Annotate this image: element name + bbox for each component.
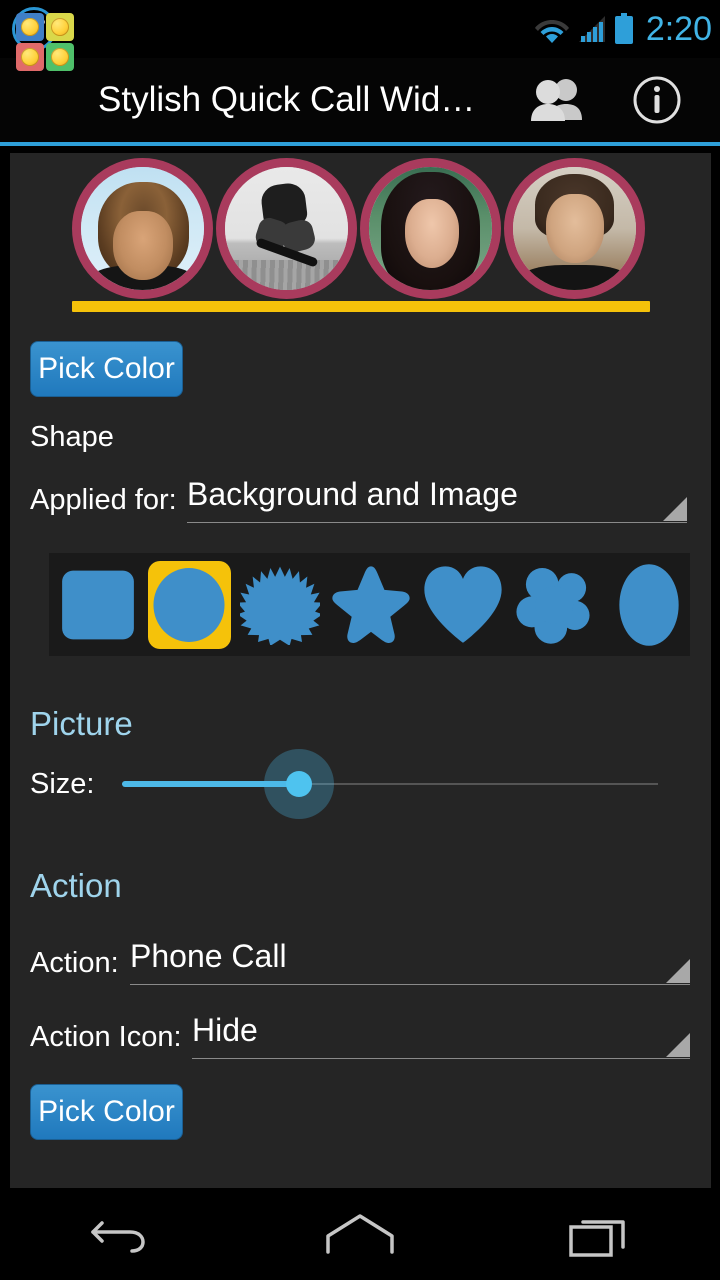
app-title: Stylish Quick Call Wid… xyxy=(98,58,475,142)
shape-starburst[interactable] xyxy=(239,561,322,649)
chevron-down-icon xyxy=(666,1033,690,1057)
info-icon[interactable] xyxy=(622,58,692,142)
action-icon-label: Action Icon: xyxy=(30,1021,182,1054)
shape-heart-glyph xyxy=(421,563,505,647)
actionbar-accent-line xyxy=(0,142,720,146)
shape-rounded-square-glyph xyxy=(59,566,137,644)
contacts-icon[interactable] xyxy=(522,58,592,142)
shape-circle[interactable] xyxy=(148,561,231,649)
chevron-down-icon xyxy=(663,497,687,521)
avatar-contact-3[interactable] xyxy=(360,158,501,299)
shape-picker-strip[interactable] xyxy=(49,553,690,656)
picture-section-header: Picture xyxy=(30,705,133,743)
avatar-contact-1[interactable] xyxy=(72,158,213,299)
avatar-contact-2[interactable] xyxy=(216,158,357,299)
settings-panel: Pick Color Shape Applied for: Background… xyxy=(10,153,711,1188)
action-pick-color-button[interactable]: Pick Color xyxy=(30,1084,183,1140)
preview-underline-bar xyxy=(72,301,650,312)
cellular-signal-icon xyxy=(577,14,607,44)
spinner-underline xyxy=(187,522,687,523)
applied-for-label: Applied for: xyxy=(30,484,177,517)
status-bar-icons: 2:20 xyxy=(534,0,712,58)
size-label: Size: xyxy=(30,768,94,801)
shape-rounded-square[interactable] xyxy=(57,561,140,649)
applied-for-spinner[interactable]: Background and Image xyxy=(187,469,687,523)
shape-star[interactable] xyxy=(329,561,413,649)
shape-starburst-glyph xyxy=(240,565,320,645)
shape-section-label: Shape xyxy=(30,421,114,454)
smiley-grid-icon xyxy=(16,13,74,71)
shape-clover[interactable] xyxy=(513,561,599,649)
action-label: Action: xyxy=(30,947,119,980)
picture-size-slider[interactable] xyxy=(122,761,658,807)
applied-for-value: Background and Image xyxy=(187,476,518,513)
status-bar: 97 2:20 xyxy=(0,0,720,58)
shape-clover-glyph xyxy=(513,562,599,648)
action-icon-spinner[interactable]: Hide xyxy=(192,1005,690,1059)
home-icon xyxy=(323,1210,397,1258)
recents-button[interactable] xyxy=(530,1188,670,1280)
spinner-underline xyxy=(192,1058,690,1059)
widget-preview xyxy=(10,153,711,313)
action-section-header: Action xyxy=(30,867,122,905)
action-value: Phone Call xyxy=(130,938,287,975)
android-screen: 97 2:20 Stylish Quick Ca xyxy=(0,0,720,1280)
chevron-down-icon xyxy=(666,959,690,983)
navigation-bar xyxy=(0,1188,720,1280)
contacts-icon-glyph xyxy=(530,78,584,122)
back-button[interactable] xyxy=(50,1188,190,1280)
info-icon-glyph xyxy=(632,75,682,125)
status-bar-clock: 2:20 xyxy=(646,12,712,46)
recent-apps-icon xyxy=(567,1209,633,1259)
home-button[interactable] xyxy=(290,1188,430,1280)
avatar-contact-4[interactable] xyxy=(504,158,645,299)
shape-ellipse-glyph xyxy=(610,562,688,648)
wifi-icon xyxy=(534,14,570,44)
action-icon-value: Hide xyxy=(192,1012,258,1049)
shape-pick-color-button[interactable]: Pick Color xyxy=(30,341,183,397)
shape-star-glyph xyxy=(329,563,413,647)
shape-circle-glyph xyxy=(152,568,226,642)
spinner-underline xyxy=(130,984,690,985)
battery-icon xyxy=(614,13,634,45)
action-spinner[interactable]: Phone Call xyxy=(130,931,690,985)
back-arrow-icon xyxy=(90,1211,150,1257)
shape-ellipse[interactable] xyxy=(607,561,690,649)
shape-heart[interactable] xyxy=(421,561,505,649)
slider-thumb[interactable] xyxy=(286,771,312,797)
